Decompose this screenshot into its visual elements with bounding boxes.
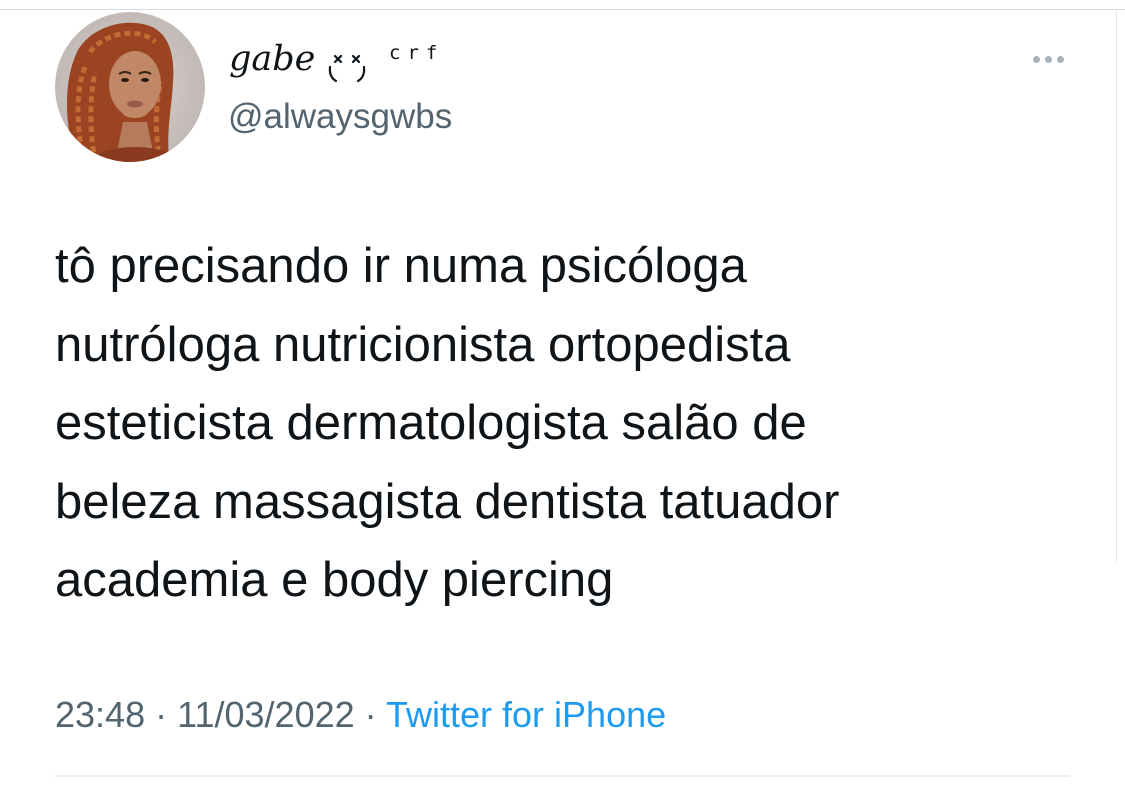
meta-separator: · [364, 694, 377, 735]
tweet-text-line: nutróloga nutricionista ortopedista [55, 317, 791, 372]
bottom-divider [55, 775, 1070, 777]
tweet-text-line: academia e body piercing [55, 553, 614, 607]
top-border [0, 9, 1125, 10]
right-border [1116, 10, 1117, 562]
more-dot-icon [1044, 55, 1052, 63]
more-dot-icon [1032, 55, 1040, 63]
tweet-source-link[interactable]: Twitter for iPhone [386, 694, 666, 735]
author-display-name[interactable]: gabe [229, 42, 315, 77]
tweet-date[interactable]: 11/03/2022 [177, 694, 355, 735]
tweet-text-line: esteticista dermatologista salão de [55, 396, 807, 450]
avatar[interactable] [55, 12, 205, 162]
tweet-time[interactable]: 23:48 [55, 694, 145, 735]
more-options-button[interactable] [1026, 48, 1070, 70]
author-name-tag: crf [389, 42, 445, 64]
author-handle[interactable]: @alwaysgwbs [228, 96, 452, 138]
meta-separator: · [155, 694, 168, 735]
tweet-text: tô precisando ir numa psicóloga nutrólog… [55, 227, 1095, 620]
more-dot-icon [1056, 55, 1064, 63]
tweet-text-line: beleza massagista dentista tatuador [55, 474, 840, 529]
tweet-metadata: 23:48 · 11/03/2022 · Twitter for iPhone [55, 693, 666, 736]
avatar-photo-icon [55, 12, 205, 162]
kaomoji-decoration-icon [328, 54, 366, 83]
tweet-text-line: tô precisando ir numa psicóloga [55, 239, 747, 293]
